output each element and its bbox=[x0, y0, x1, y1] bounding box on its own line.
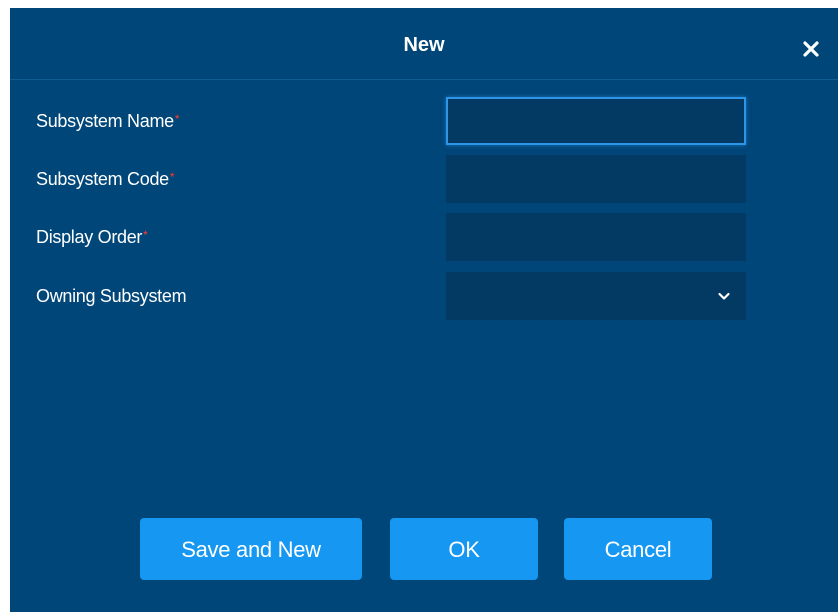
close-icon bbox=[798, 36, 824, 62]
ok-button[interactable]: OK bbox=[390, 518, 538, 580]
save-and-new-button[interactable]: Save and New bbox=[140, 518, 362, 580]
subsystem-code-input[interactable] bbox=[446, 155, 746, 203]
subsystem-code-row: Subsystem Code* bbox=[10, 155, 838, 203]
subsystem-name-row: Subsystem Name* bbox=[10, 97, 838, 145]
owning-subsystem-row: Owning Subsystem bbox=[10, 272, 838, 320]
close-button[interactable] bbox=[798, 36, 824, 62]
subsystem-name-input[interactable] bbox=[446, 97, 746, 145]
display-order-input[interactable] bbox=[446, 213, 746, 261]
cancel-button[interactable]: Cancel bbox=[564, 518, 712, 580]
required-marker: * bbox=[174, 112, 180, 126]
subsystem-code-label: Subsystem Code* bbox=[36, 169, 175, 189]
display-order-row: Display Order* bbox=[10, 213, 838, 261]
chevron-down-icon bbox=[716, 288, 732, 304]
dialog-header: New bbox=[10, 8, 838, 80]
new-dialog: New Subsystem Name* Subsystem Code* Disp… bbox=[10, 8, 838, 612]
required-marker: * bbox=[143, 228, 148, 242]
subsystem-name-label: Subsystem Name* bbox=[36, 111, 180, 131]
owning-subsystem-select[interactable] bbox=[446, 272, 746, 320]
display-order-label: Display Order* bbox=[36, 227, 148, 247]
dialog-title: New bbox=[403, 34, 445, 56]
required-marker: * bbox=[169, 170, 175, 184]
owning-subsystem-label: Owning Subsystem bbox=[36, 286, 187, 306]
